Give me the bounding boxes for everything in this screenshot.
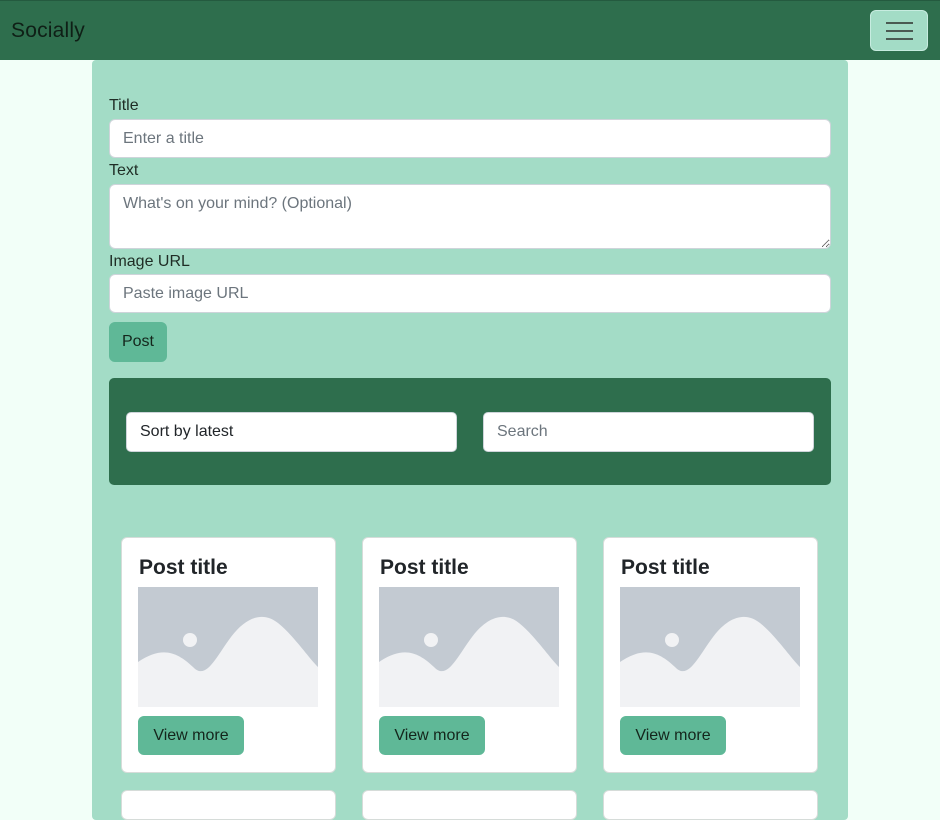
- brand-logo-text[interactable]: Socially: [11, 19, 85, 43]
- title-label: Title: [109, 97, 139, 114]
- post-card: [362, 790, 577, 820]
- text-label: Text: [109, 162, 139, 179]
- placeholder-image-icon: [379, 587, 559, 707]
- image-url-input[interactable]: [109, 274, 831, 313]
- view-more-button[interactable]: View more: [379, 716, 485, 755]
- post-card: Post title View more: [362, 537, 577, 773]
- title-input[interactable]: [109, 119, 831, 158]
- sort-select[interactable]: Sort by latest: [126, 412, 457, 452]
- menu-toggle-button[interactable]: [870, 10, 928, 51]
- post-title: Post title: [139, 556, 228, 579]
- post-card: Post title View more: [121, 537, 336, 773]
- image-url-label: Image URL: [109, 253, 190, 270]
- post-card: [603, 790, 818, 820]
- post-card: Post title View more: [603, 537, 818, 773]
- post-title: Post title: [380, 556, 469, 579]
- view-more-button[interactable]: View more: [138, 716, 244, 755]
- post-title: Post title: [621, 556, 710, 579]
- search-input[interactable]: [483, 412, 814, 452]
- navbar: Socially: [0, 0, 940, 60]
- post-card: [121, 790, 336, 820]
- view-more-button[interactable]: View more: [620, 716, 726, 755]
- placeholder-image-icon: [138, 587, 318, 707]
- post-button[interactable]: Post: [109, 322, 167, 362]
- text-textarea[interactable]: [109, 184, 831, 249]
- placeholder-image-icon: [620, 587, 800, 707]
